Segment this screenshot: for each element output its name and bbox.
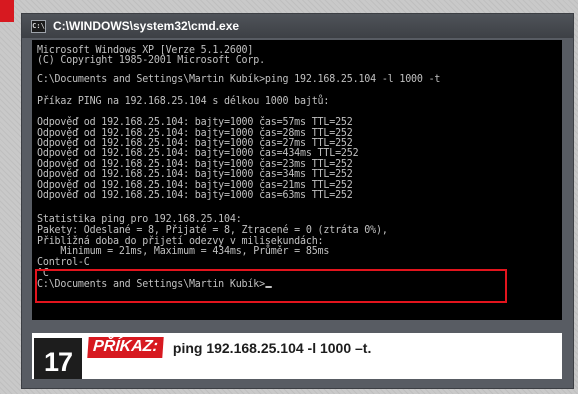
command-label: PŘÍKAZ: bbox=[87, 336, 164, 358]
window-title: C:\WINDOWS\system32\cmd.exe bbox=[53, 19, 240, 33]
cmd-icon[interactable]: C:\ bbox=[31, 19, 46, 33]
caption-bar: 17 PŘÍKAZ: ping 192.168.25.104 -l 1000 –… bbox=[32, 333, 562, 379]
console-line: Příkaz PING na 192.168.25.104 s délkou 1… bbox=[37, 94, 330, 107]
console-line: Odpověď od 192.168.25.104: bajty=1000 ča… bbox=[37, 188, 353, 201]
corner-accent-mark bbox=[0, 0, 14, 22]
console-line: C:\Documents and Settings\Martin Kubík>p… bbox=[37, 72, 441, 85]
console-line: (C) Copyright 1985-2001 Microsoft Corp. bbox=[37, 53, 265, 66]
statistics-highlight-box bbox=[35, 269, 507, 303]
step-number-badge: 17 bbox=[34, 338, 82, 379]
cmd-window: C:\ C:\WINDOWS\system32\cmd.exe Microsof… bbox=[22, 14, 573, 388]
title-bar[interactable]: C:\ C:\WINDOWS\system32\cmd.exe bbox=[22, 14, 573, 38]
command-text: ping 192.168.25.104 -l 1000 –t. bbox=[172, 339, 372, 356]
